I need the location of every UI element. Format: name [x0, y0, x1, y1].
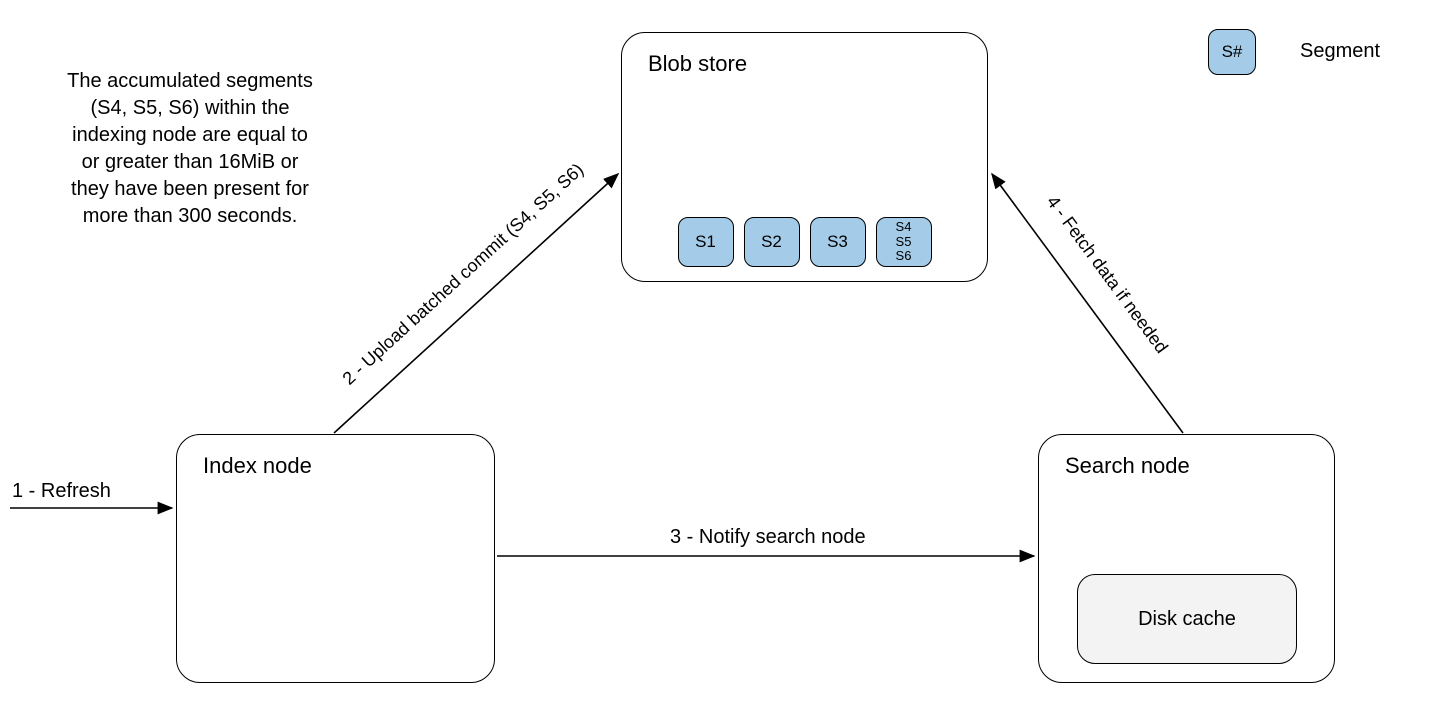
index-node-title: Index node — [177, 435, 494, 497]
disk-cache: Disk cache — [1077, 574, 1297, 664]
arrow-upload — [334, 174, 618, 433]
description-text: The accumulated segments (S4, S5, S6) wi… — [62, 68, 318, 230]
segment-s4-s5-s6: S4 S5 S6 — [876, 217, 932, 267]
index-node: Index node — [176, 434, 495, 683]
search-node-title: Search node — [1039, 435, 1334, 497]
legend-segment-swatch: S# — [1208, 29, 1256, 75]
blob-store-title: Blob store — [622, 33, 987, 95]
stack-line-s6: S6 — [896, 249, 912, 264]
blob-store-segments: S1 S2 S3 S4 S5 S6 — [678, 217, 932, 267]
stack-line-s5: S5 — [896, 235, 912, 250]
diagram-canvas: Blob store S1 S2 S3 S4 S5 S6 Index node … — [0, 0, 1440, 721]
blob-store-node: Blob store S1 S2 S3 S4 S5 S6 — [621, 32, 988, 282]
segment-s2: S2 — [744, 217, 800, 267]
edge-label-upload: 2 - Upload batched commit (S4, S5, S6) — [339, 159, 588, 388]
arrow-fetch — [992, 174, 1183, 433]
search-node: Search node Disk cache — [1038, 434, 1335, 683]
edge-label-refresh: 1 - Refresh — [12, 480, 111, 503]
segment-s3: S3 — [810, 217, 866, 267]
segment-s1: S1 — [678, 217, 734, 267]
stack-line-s4: S4 — [896, 220, 912, 235]
legend-segment-label: Segment — [1300, 40, 1380, 63]
edge-label-notify: 3 - Notify search node — [670, 526, 866, 549]
edge-label-fetch: 4 - Fetch data if needed — [1043, 192, 1172, 357]
